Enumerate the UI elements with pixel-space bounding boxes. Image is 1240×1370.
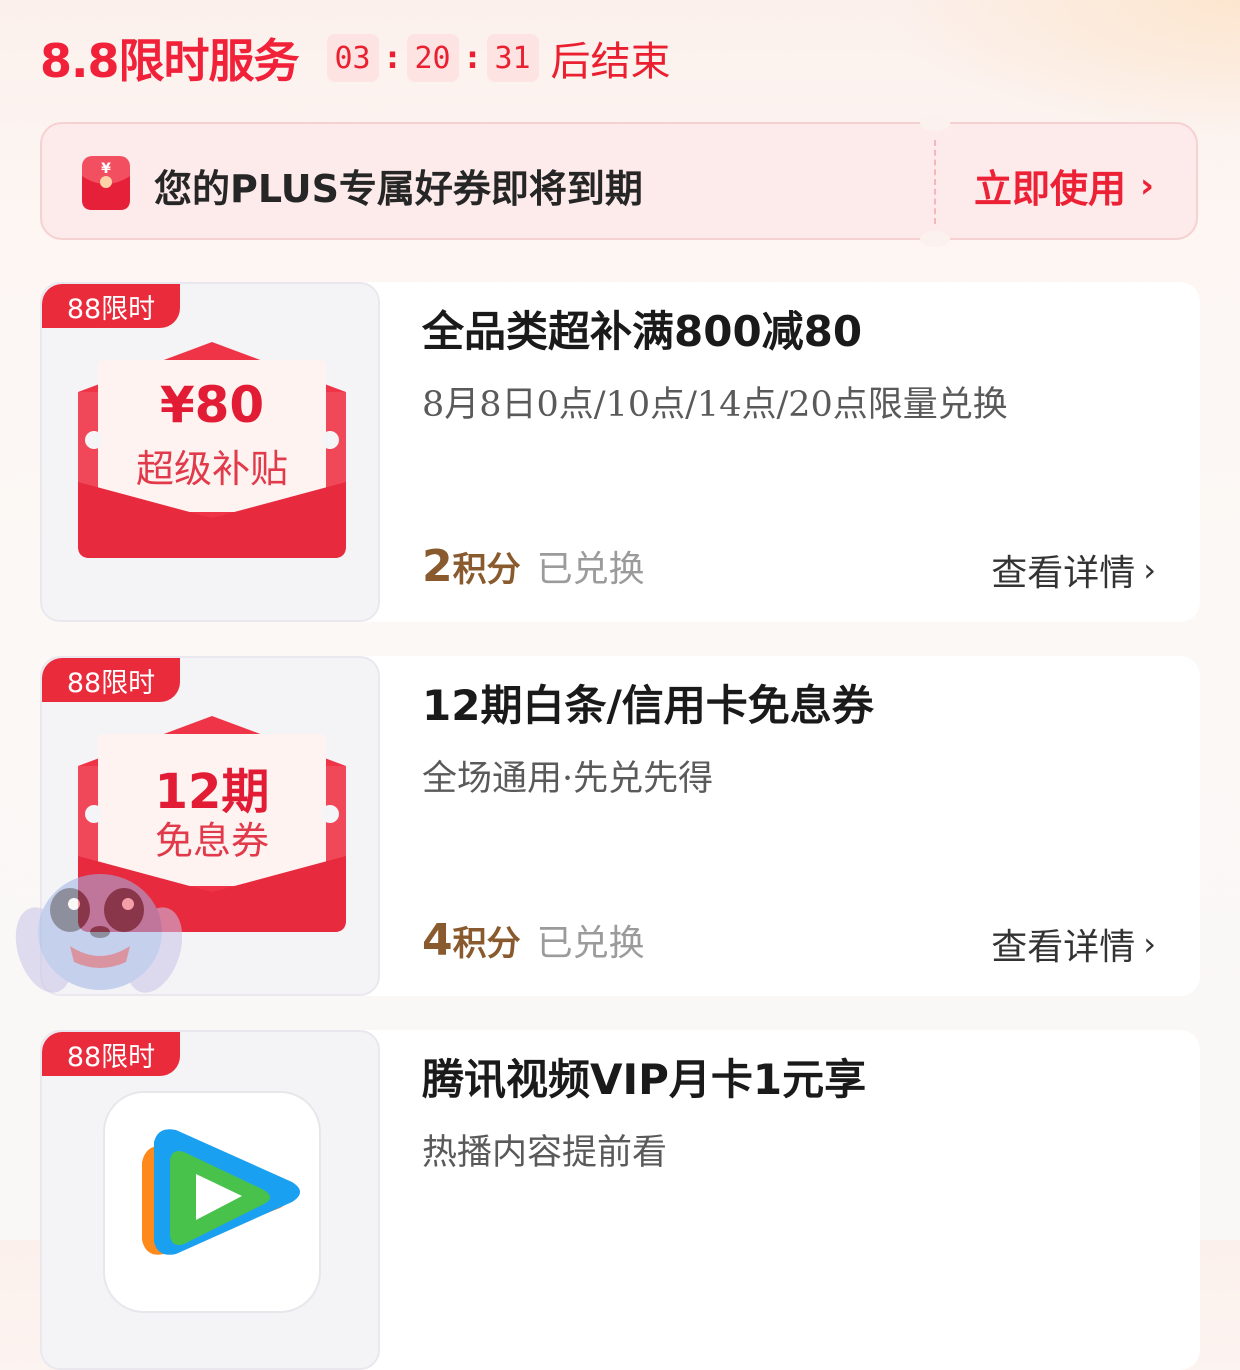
chevron-right-icon: › xyxy=(1143,551,1156,589)
banner-message: 您的PLUS专属好券即将到期 xyxy=(154,167,643,211)
banner-notch xyxy=(920,115,950,131)
offer-subtitle: 全场通用·先兑先得 xyxy=(422,759,714,799)
points-unit: 积分 xyxy=(452,550,521,590)
offer-card[interactable]: 88限时 腾讯视频VIP月卡1元享 热播内容提前看 xyxy=(40,1030,1200,1370)
redeem-status: 已兑换 xyxy=(536,549,645,590)
limited-time-tag: 88限时 xyxy=(42,284,180,328)
page-title: 8.8限时服务 xyxy=(40,34,299,88)
tencent-video-icon xyxy=(103,1091,321,1313)
timer-hours: 03 xyxy=(326,34,379,82)
header: 8.8限时服务 03 : 20 : 31 后结束 xyxy=(40,26,671,90)
view-details-link[interactable]: 查看详情 › xyxy=(991,544,1156,596)
offer-card[interactable]: 88限时 ¥80 超级补贴 全品类超补满800减80 8月8日0点/10点/14… xyxy=(40,282,1200,622)
envelope-caption: 超级补贴 xyxy=(135,447,288,491)
timer-suffix: 后结束 xyxy=(550,39,671,85)
offer-card[interactable]: 88限时 12期 免息券 12期白条/信用卡免息券 全场通用·先兑先得 4 积分… xyxy=(40,656,1200,996)
use-now-label: 立即使用 xyxy=(974,167,1127,211)
banner-divider xyxy=(934,140,936,224)
countdown-timer: 03 : 20 : 31 xyxy=(326,34,539,82)
view-details-label: 查看详情 xyxy=(991,927,1136,968)
offer-thumbnail: 88限时 xyxy=(40,1030,380,1370)
limited-time-tag: 88限时 xyxy=(42,1032,180,1076)
points-value: 2 xyxy=(422,541,453,592)
view-details-link[interactable]: 查看详情 › xyxy=(991,918,1156,970)
timer-separator: : xyxy=(466,40,479,76)
view-details-label: 查看详情 xyxy=(991,553,1136,594)
banner-icon-glyph: ¥ xyxy=(101,161,111,177)
offer-subtitle: 8月8日0点/10点/14点/20点限量兑换 xyxy=(422,385,1008,425)
mascot-sticker xyxy=(15,874,182,993)
banner-notch xyxy=(920,231,950,247)
offer-title: 12期白条/信用卡免息券 xyxy=(422,681,874,730)
points-value: 4 xyxy=(422,915,453,966)
points-unit: 积分 xyxy=(452,924,521,964)
timer-seconds: 31 xyxy=(486,34,539,82)
offer-thumbnail: 88限时 ¥80 超级补贴 xyxy=(40,282,380,622)
timer-separator: : xyxy=(386,40,399,76)
offer-points: 4 积分 已兑换 xyxy=(422,914,645,966)
chevron-right-icon: › xyxy=(1143,925,1156,963)
envelope-amount: ¥80 xyxy=(159,376,265,434)
offer-points: 2 积分 已兑换 xyxy=(422,540,645,592)
use-now-button[interactable]: 立即使用 › xyxy=(974,158,1154,213)
redeem-status: 已兑换 xyxy=(536,923,645,964)
timer-minutes: 20 xyxy=(406,34,459,82)
offer-title: 腾讯视频VIP月卡1元享 xyxy=(422,1055,867,1104)
limited-time-tag: 88限时 xyxy=(42,658,180,702)
coupon-expiry-banner[interactable]: ¥ 您的PLUS专属好券即将到期 立即使用 › xyxy=(40,115,1198,247)
chevron-right-icon: › xyxy=(1140,165,1155,206)
offer-title: 全品类超补满800减80 xyxy=(422,307,863,356)
offer-subtitle: 热播内容提前看 xyxy=(422,1133,668,1173)
red-envelope-icon: ¥ xyxy=(82,156,130,210)
